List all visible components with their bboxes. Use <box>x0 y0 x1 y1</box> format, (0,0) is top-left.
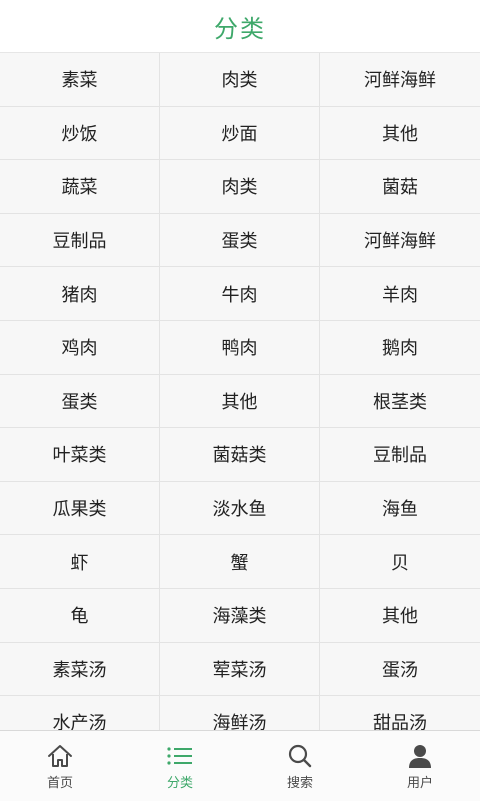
category-item[interactable]: 其他 <box>320 588 480 642</box>
category-item[interactable]: 海鱼 <box>320 481 480 535</box>
list-icon <box>165 742 195 770</box>
category-item[interactable]: 淡水鱼 <box>160 481 319 535</box>
tab-search[interactable]: 搜索 <box>240 731 360 801</box>
bottom-tab-bar: 首页 分类 搜索 用户 <box>0 730 480 801</box>
category-grid: 素菜 肉类 河鲜海鲜 炒饭 炒面 其他 蔬菜 肉类 菌菇 豆制品 蛋类 河鲜海鲜 猪肉 牛肉 羊肉 鸡肉 鸭肉鹅… <box>0 53 480 730</box>
category-item[interactable]: 蔬菜 <box>0 160 159 213</box>
category-item[interactable]: 素菜 <box>0 53 159 106</box>
tab-home-label: 首页 <box>46 775 73 791</box>
app-header: 分类 <box>0 0 480 53</box>
category-item[interactable]: 蛋类 <box>160 213 319 267</box>
category-item[interactable]: 海鲜汤 <box>160 696 319 730</box>
category-item[interactable]: 甜品汤 <box>320 696 480 730</box>
user-icon <box>405 742 435 770</box>
category-item[interactable]: 鹅肉 <box>320 320 480 374</box>
category-item[interactable]: 其他 <box>160 374 319 428</box>
category-item[interactable]: 鸭肉 <box>160 320 319 374</box>
category-item[interactable]: 肉类 <box>160 53 319 106</box>
tab-user[interactable]: 用户 <box>360 731 480 801</box>
category-item[interactable]: 炒面 <box>160 106 319 160</box>
category-item[interactable]: 虾 <box>0 535 159 588</box>
category-item[interactable]: 牛肉 <box>160 267 319 320</box>
tab-search-label: 搜索 <box>286 775 313 791</box>
category-item[interactable]: 菌菇类 <box>160 428 319 481</box>
tab-home[interactable]: 首页 <box>0 731 120 801</box>
category-item[interactable]: 蛋汤 <box>320 642 480 696</box>
category-item[interactable]: 海藻类 <box>160 588 319 642</box>
category-item[interactable]: 河鲜海鲜 <box>320 213 480 267</box>
category-item[interactable]: 羊肉 <box>320 267 480 320</box>
category-item[interactable]: 猪肉 <box>0 267 159 320</box>
category-item[interactable]: 蟹 <box>160 535 319 588</box>
search-icon <box>285 742 315 770</box>
category-list[interactable]: 素菜 肉类 河鲜海鲜 炒饭 炒面 其他 蔬菜 肉类 菌菇 豆制品 蛋类 河鲜海鲜 猪肉 牛肉 羊肉 鸡肉 鸭肉鹅… <box>0 53 480 730</box>
page-title: 分类 <box>214 14 266 43</box>
category-item[interactable]: 根茎类 <box>320 374 480 428</box>
tab-category[interactable]: 分类 <box>120 731 240 801</box>
category-item[interactable]: 水产汤 <box>0 696 159 730</box>
category-item[interactable]: 肉类 <box>160 160 319 213</box>
category-item[interactable]: 鸡肉 <box>0 320 159 374</box>
category-item[interactable]: 荤菜汤 <box>160 642 319 696</box>
tab-category-label: 分类 <box>166 775 193 791</box>
tab-user-label: 用户 <box>406 775 433 791</box>
category-item[interactable]: 蛋类 <box>0 374 159 428</box>
category-item[interactable]: 龟 <box>0 588 159 642</box>
category-item[interactable]: 豆制品 <box>0 213 159 267</box>
home-icon <box>45 742 75 770</box>
category-item[interactable]: 河鲜海鲜 <box>320 53 480 106</box>
category-item[interactable]: 豆制品 <box>320 428 480 481</box>
category-item[interactable]: 菌菇 <box>320 160 480 213</box>
category-item[interactable]: 素菜汤 <box>0 642 159 696</box>
category-item[interactable]: 叶菜类 <box>0 428 159 481</box>
category-item[interactable]: 其他 <box>320 106 480 160</box>
category-item[interactable]: 瓜果类 <box>0 481 159 535</box>
category-item[interactable]: 贝 <box>320 535 480 588</box>
category-item[interactable]: 炒饭 <box>0 106 159 160</box>
